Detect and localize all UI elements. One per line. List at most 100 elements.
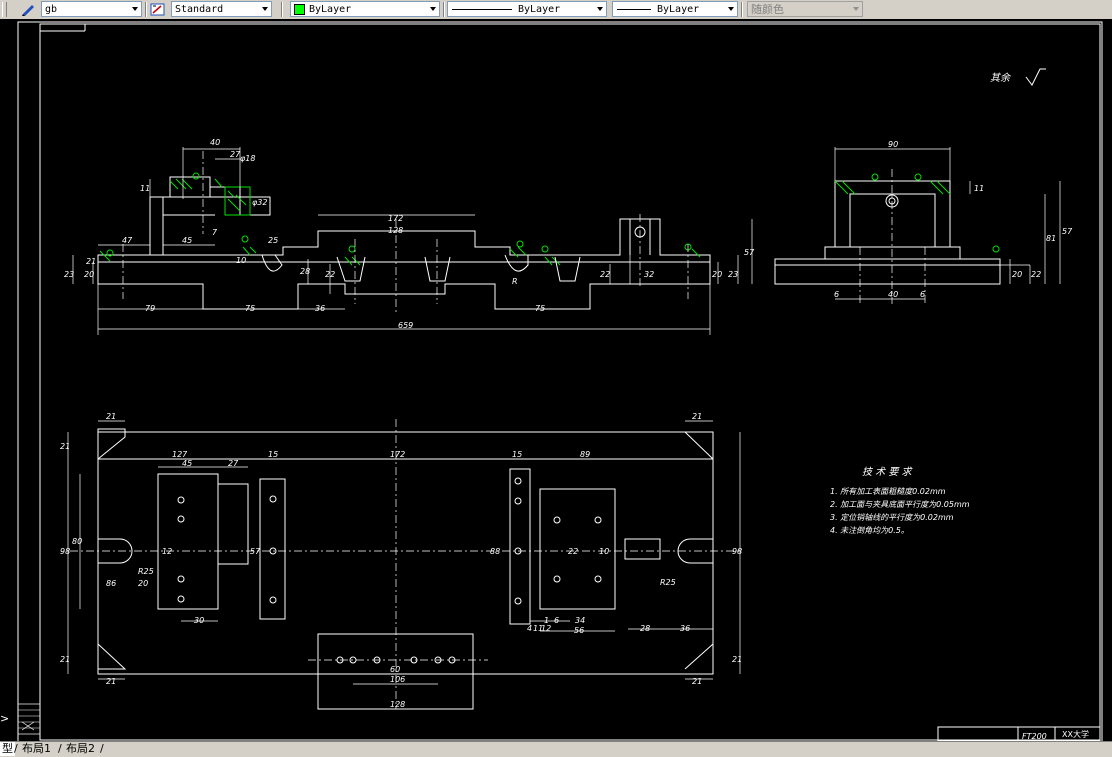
svg-text:4. 未注倒角均为0.5。: 4. 未注倒角均为0.5。 (830, 526, 909, 535)
svg-text:128: 128 (390, 700, 405, 709)
svg-text:φ32: φ32 (252, 198, 267, 207)
svg-text:21: 21 (60, 442, 70, 451)
svg-text:21: 21 (732, 655, 742, 664)
dimension-style-icon[interactable] (150, 1, 166, 18)
svg-text:6: 6 (554, 616, 559, 625)
svg-text:40: 40 (888, 290, 898, 299)
svg-text:11: 11 (140, 184, 150, 193)
svg-text:3. 定位销轴线的平行度为0.02mm: 3. 定位销轴线的平行度为0.02mm (830, 513, 954, 522)
svg-text:98: 98 (732, 547, 742, 556)
svg-text:98: 98 (60, 547, 70, 556)
svg-text:φ18: φ18 (240, 154, 255, 163)
svg-text:89: 89 (580, 450, 590, 459)
svg-text:R: R (512, 277, 518, 286)
svg-text:40: 40 (210, 138, 220, 147)
svg-text:128: 128 (388, 226, 403, 235)
svg-text:21: 21 (692, 412, 702, 421)
svg-text:80: 80 (72, 537, 82, 546)
lineweight-value: ByLayer (657, 3, 700, 15)
svg-text:32: 32 (644, 270, 654, 279)
linetype-dropdown[interactable]: ByLayer (447, 1, 607, 17)
svg-text:15: 15 (268, 450, 278, 459)
text-style-value: gb (45, 3, 58, 15)
chevron-down-icon[interactable] (725, 2, 737, 16)
svg-text:36: 36 (315, 304, 325, 313)
tab-model[interactable]: 型 (0, 742, 15, 756)
svg-text:7: 7 (212, 228, 218, 237)
svg-text:20: 20 (712, 270, 722, 279)
svg-text:56: 56 (574, 626, 584, 635)
svg-text:11: 11 (974, 184, 984, 193)
svg-text:12: 12 (162, 547, 172, 556)
svg-text:20: 20 (138, 579, 148, 588)
svg-text:R25: R25 (138, 567, 154, 576)
chevron-down-icon[interactable] (427, 2, 439, 16)
svg-text:28: 28 (640, 624, 650, 633)
svg-text:4: 4 (527, 624, 532, 633)
chevron-down-icon (850, 2, 862, 16)
svg-text:21: 21 (60, 655, 70, 664)
tech-requirements-notes: 1. 所有加工表面粗糙度0.02mm 2. 加工面与夹具底面平行度为0.05mm… (830, 487, 970, 535)
svg-text:10: 10 (599, 547, 609, 556)
layer-value: ByLayer (309, 3, 352, 15)
svg-text:20: 20 (84, 270, 94, 279)
svg-text:21: 21 (692, 677, 702, 686)
svg-text:90: 90 (888, 140, 898, 149)
drawing-canvas[interactable]: 40 27 φ18 11 φ32 172 128 47 45 7 25 10 2… (0, 19, 1112, 741)
cad-drawing: 40 27 φ18 11 φ32 172 128 47 45 7 25 10 2… (17, 21, 1103, 741)
svg-text:172: 172 (390, 450, 405, 459)
tab-layout1[interactable]: 布局1 (20, 742, 53, 756)
front-view: 40 27 φ18 11 φ32 172 128 47 45 7 25 10 2… (64, 138, 755, 335)
linetype-value: ByLayer (518, 3, 561, 15)
plotstyle-dropdown: 随颜色 (747, 1, 863, 17)
svg-text:57: 57 (1062, 227, 1073, 236)
inner-frame (39, 23, 1101, 741)
chevron-down-icon[interactable] (259, 2, 271, 16)
svg-text:659: 659 (398, 321, 413, 330)
title-block: FT200 XX大学 (937, 726, 1101, 741)
svg-text:15: 15 (512, 450, 522, 459)
chevron-down-icon[interactable] (594, 2, 606, 16)
svg-text:6: 6 (920, 290, 925, 299)
svg-text:36: 36 (680, 624, 690, 633)
svg-text:60: 60 (390, 665, 400, 674)
svg-text:27: 27 (228, 459, 239, 468)
plan-view: 21 21 127 45 27 15 172 15 89 21 98 98 80… (60, 412, 742, 710)
svg-text:12: 12 (541, 624, 551, 633)
svg-text:1. 所有加工表面粗糙度0.02mm: 1. 所有加工表面粗糙度0.02mm (830, 487, 946, 496)
svg-text:21: 21 (106, 412, 116, 421)
svg-text:6: 6 (834, 290, 839, 299)
svg-text:FT200: FT200 (1022, 732, 1047, 741)
chevron-down-icon[interactable] (129, 2, 141, 16)
svg-text:172: 172 (388, 214, 403, 223)
svg-text:22: 22 (1031, 270, 1041, 279)
svg-text:22: 22 (568, 547, 578, 556)
svg-text:22: 22 (325, 270, 335, 279)
svg-text:23: 23 (728, 270, 738, 279)
svg-text:21: 21 (106, 677, 116, 686)
text-style-icon[interactable] (20, 1, 36, 18)
lineweight-dropdown[interactable]: ByLayer (612, 1, 738, 17)
tab-layout2[interactable]: 布局2 (64, 742, 97, 756)
layer-dropdown[interactable]: ByLayer (290, 1, 440, 17)
tech-requirements-title: 技 术 要 求 (862, 466, 914, 478)
command-arrow-icon: > (0, 712, 10, 725)
svg-text:45: 45 (182, 236, 192, 245)
svg-text:47: 47 (122, 236, 133, 245)
dimension-style-value: Standard (175, 3, 224, 15)
svg-text:127: 127 (172, 450, 188, 459)
svg-text:45: 45 (182, 459, 192, 468)
svg-text:R25: R25 (660, 578, 676, 587)
dimension-style-dropdown[interactable]: Standard (171, 1, 272, 17)
roughness-label: 其余 (990, 72, 1012, 84)
svg-text:23: 23 (64, 270, 74, 279)
toolbar-grip[interactable] (2, 1, 7, 18)
svg-text:75: 75 (535, 304, 545, 313)
text-style-dropdown[interactable]: gb (41, 1, 142, 17)
svg-text:88: 88 (490, 547, 500, 556)
linetype-sample (452, 8, 512, 10)
svg-text:106: 106 (390, 675, 405, 684)
svg-text:34: 34 (575, 616, 585, 625)
svg-text:86: 86 (106, 579, 116, 588)
outer-frame (17, 21, 1103, 741)
